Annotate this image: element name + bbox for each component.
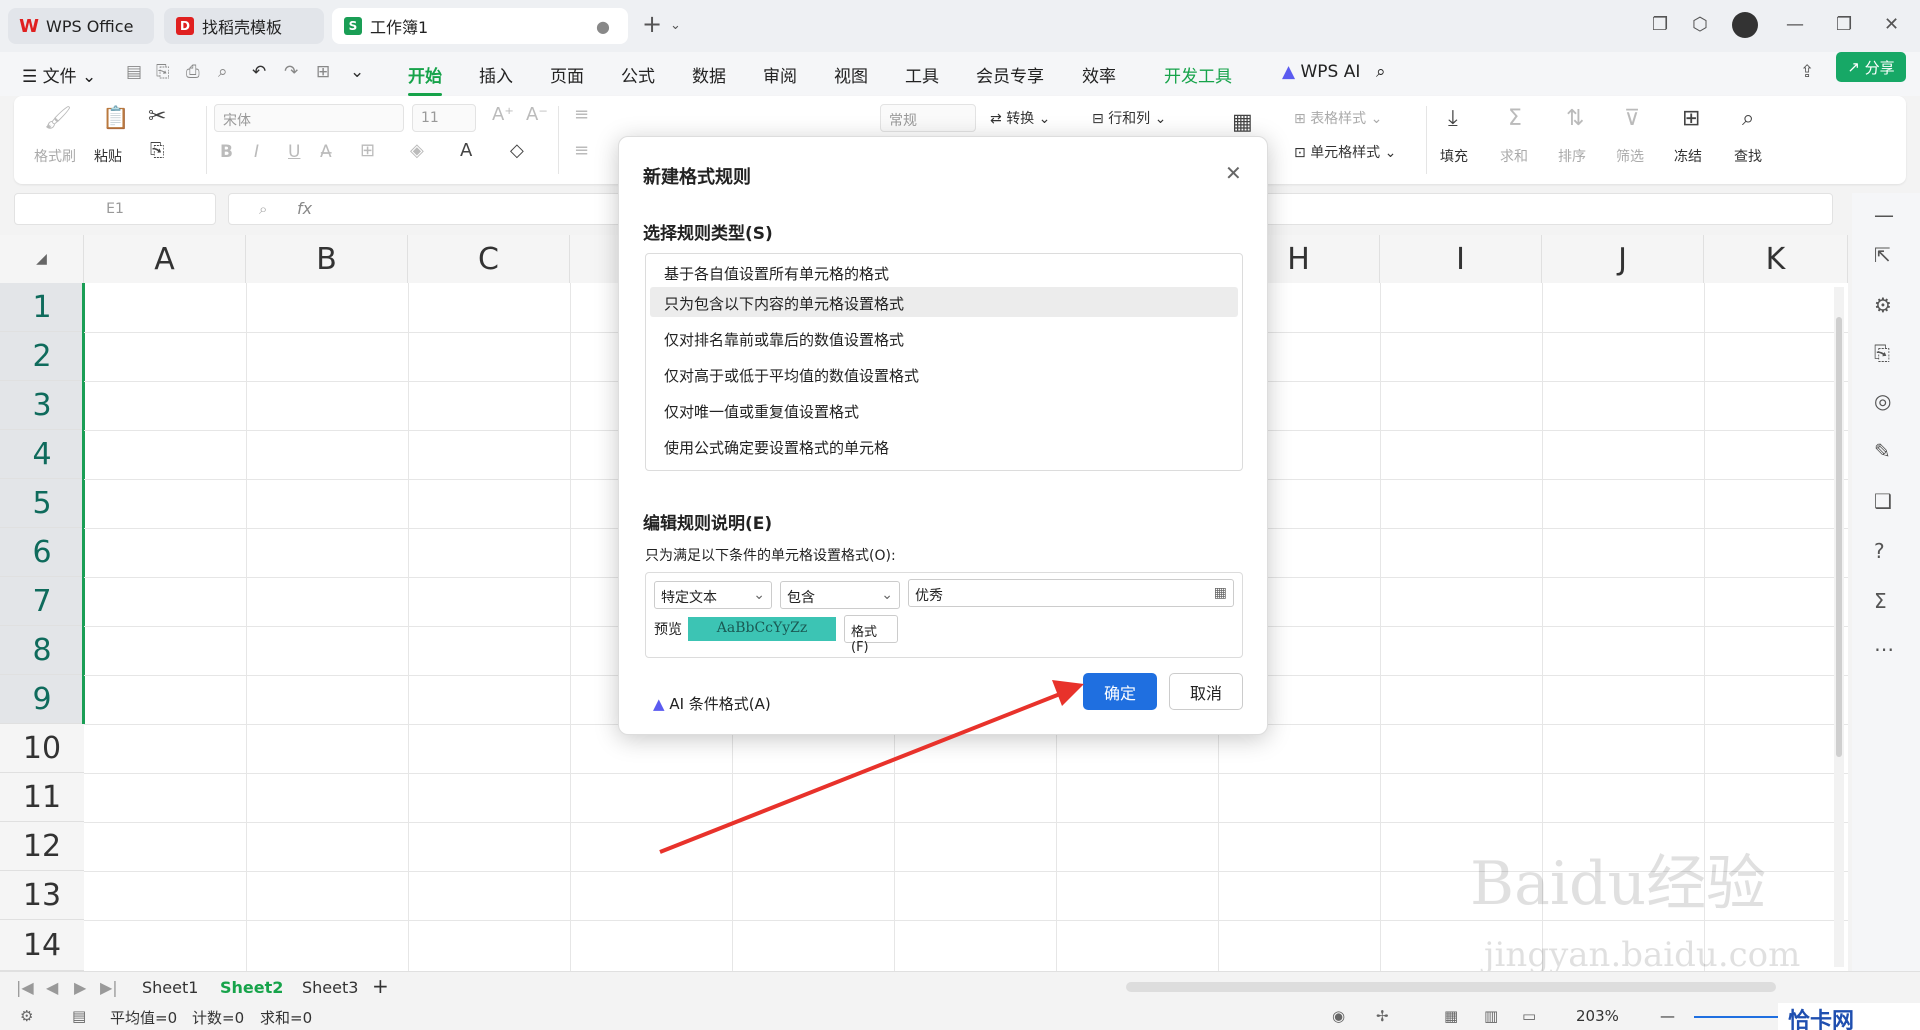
arrow-head: [1052, 680, 1084, 706]
annotation-arrow: [659, 680, 1084, 854]
arrow-shaft: [659, 692, 1061, 854]
